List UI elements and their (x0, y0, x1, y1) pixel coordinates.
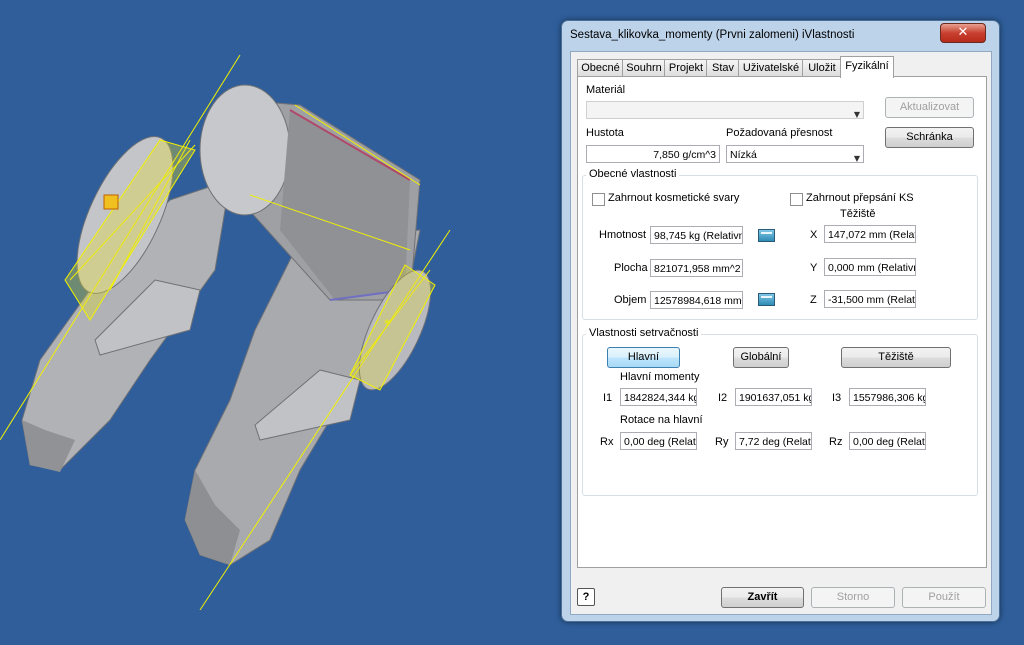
rx-field[interactable]: 0,00 deg (Relat (620, 432, 697, 450)
include-cosmetic-checkbox[interactable] (592, 193, 605, 206)
dialog-title: Sestava_klikovka_momenty (Prvni zalomeni… (570, 29, 855, 41)
i1-field[interactable]: 1842824,344 kg (620, 388, 697, 406)
accuracy-value: Nízká (730, 149, 757, 161)
principal-moments-label: Hlavní momenty (620, 371, 700, 383)
area-field[interactable]: 821071,958 mm^2 (650, 259, 743, 277)
update-button[interactable]: Aktualizovat (885, 97, 974, 118)
include-cosmetic-label: Zahrnout kosmetické svary (608, 192, 740, 204)
include-override-label: Zahrnout přepsání KS (806, 192, 914, 204)
include-override-checkbox[interactable] (790, 193, 803, 206)
tab-summary[interactable]: Souhrn (622, 59, 666, 77)
centroid-y-field[interactable]: 0,000 mm (Relativní (824, 258, 916, 276)
chevron-down-icon: ▼ (853, 110, 860, 119)
chevron-down-icon: ▼ (853, 154, 860, 163)
iproperties-dialog: Sestava_klikovka_momenty (Prvni zalomeni… (561, 20, 1000, 622)
ry-label: Ry (715, 436, 729, 448)
principal-button[interactable]: Hlavní (607, 347, 680, 368)
x-label: X (810, 229, 818, 241)
tab-custom[interactable]: Uživatelské (738, 59, 804, 77)
density-field[interactable]: 7,850 g/cm^3 (586, 145, 720, 163)
tab-save[interactable]: Uložit (802, 59, 842, 77)
volume-label: Objem (614, 294, 647, 306)
i2-label: I2 (718, 392, 728, 404)
z-label: Z (810, 294, 817, 306)
rotation-label: Rotace na hlavní (620, 414, 703, 426)
general-properties-label: Obecné vlastnosti (586, 168, 680, 180)
global-button[interactable]: Globální (733, 347, 789, 368)
i3-field[interactable]: 1557986,306 kg (849, 388, 926, 406)
cancel-button[interactable]: Storno (811, 587, 895, 608)
rz-label: Rz (829, 436, 843, 448)
close-dialog-button[interactable]: Zavřít (721, 587, 804, 608)
material-label: Materiál (586, 84, 626, 96)
calculator-icon[interactable] (758, 293, 775, 306)
help-icon[interactable]: ? (577, 588, 595, 606)
centroid-label: Těžiště (840, 208, 876, 220)
material-combobox[interactable]: ▼ (586, 101, 864, 119)
ry-field[interactable]: 7,72 deg (Relat (735, 432, 812, 450)
volume-field[interactable]: 12578984,618 mm^3 (650, 291, 743, 309)
tab-project[interactable]: Projekt (664, 59, 708, 77)
dialog-titlebar[interactable]: Sestava_klikovka_momenty (Prvni zalomeni… (562, 21, 999, 49)
apply-button[interactable]: Použít (902, 587, 986, 608)
physical-tab-panel: Materiál ▼ Aktualizovat Schránka Hustota… (577, 76, 987, 568)
close-button[interactable]: ✕ (940, 23, 986, 43)
centroid-z-field[interactable]: -31,500 mm (Relativ (824, 290, 916, 308)
calculator-icon[interactable] (758, 229, 775, 242)
mass-field[interactable]: 98,745 kg (Relativní (650, 226, 743, 244)
tab-physical[interactable]: Fyzikální (840, 56, 894, 78)
accuracy-select[interactable]: Nízká ▼ (726, 145, 864, 163)
density-label: Hustota (586, 127, 624, 139)
i1-label: I1 (603, 392, 613, 404)
rx-label: Rx (600, 436, 614, 448)
y-label: Y (810, 262, 818, 274)
dialog-client: Obecné Souhrn Projekt Stav Uživatelské U… (570, 51, 992, 615)
clipboard-button[interactable]: Schránka (885, 127, 974, 148)
area-label: Plocha (614, 262, 648, 274)
centroid-x-field[interactable]: 147,072 mm (Relativ (824, 225, 916, 243)
i3-label: I3 (832, 392, 842, 404)
tab-status[interactable]: Stav (706, 59, 740, 77)
rz-field[interactable]: 0,00 deg (Relat (849, 432, 926, 450)
tab-general[interactable]: Obecné (577, 59, 624, 77)
centroid-button[interactable]: Těžiště (841, 347, 951, 368)
accuracy-label: Požadovaná přesnost (726, 127, 833, 139)
i2-field[interactable]: 1901637,051 kg (735, 388, 812, 406)
mass-label: Hmotnost (599, 229, 647, 241)
inertial-properties-label: Vlastnosti setrvačnosti (586, 327, 702, 339)
svg-text:*: * (384, 317, 390, 331)
